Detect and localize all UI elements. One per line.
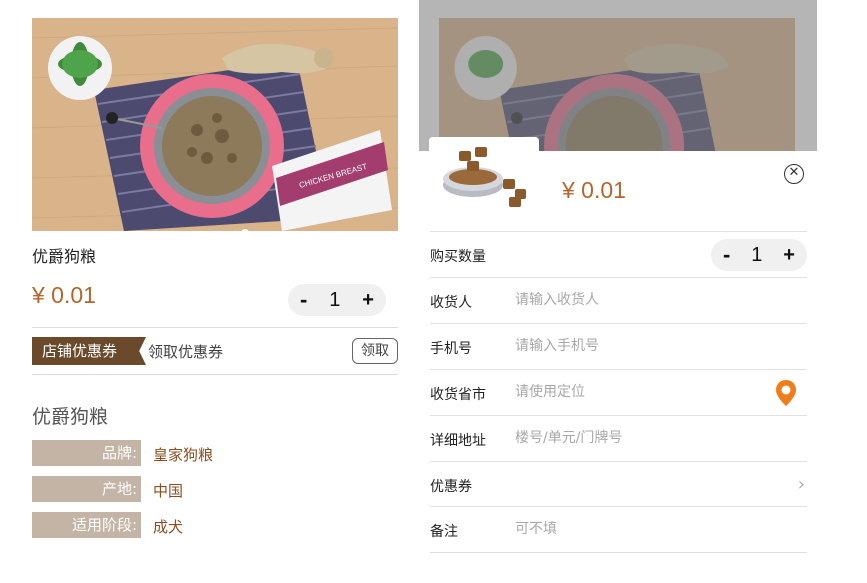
product-image-carousel[interactable]: CHICKEN BREAST (32, 18, 398, 231)
quantity-label: 购买数量 (430, 249, 486, 265)
province-city-label: 收货省市 (430, 387, 486, 403)
product-detail-page: CHICKEN BREAST 优爵狗粮 ¥ 0.01 - 1 + 店铺优惠券 领… (0, 0, 420, 583)
attribute-row-brand: 品牌: 皇家狗粮 (32, 440, 398, 466)
product-photo: CHICKEN BREAST (32, 18, 398, 231)
quantity-value: 1 (751, 243, 763, 266)
store-coupon-tag: 店铺优惠券 (32, 337, 146, 365)
purchase-sheet-screen: ¥ 0.01 ✕ 购买数量 - 1 + 收货人 手机号 收货省市 (419, 0, 817, 583)
quantity-row: 购买数量 - 1 + (430, 231, 807, 277)
coupon-label: 优惠券 (430, 479, 472, 495)
increase-button[interactable]: + (362, 289, 374, 312)
product-thumbnail-image (429, 137, 539, 215)
divider (430, 552, 807, 553)
remark-label: 备注 (430, 524, 458, 540)
recipient-label: 收货人 (430, 295, 472, 311)
chevron-right-icon: › (797, 474, 805, 495)
decrease-button[interactable]: - (300, 287, 307, 313)
address-row: 详细地址 (430, 415, 807, 461)
attribute-value: 成犬 (153, 518, 184, 536)
product-name: 优爵狗粮 (32, 247, 97, 266)
address-label: 详细地址 (430, 433, 486, 449)
sheet-price: ¥ 0.01 (562, 177, 626, 203)
attribute-value: 中国 (153, 482, 184, 500)
claim-coupon-button[interactable]: 领取 (352, 338, 398, 364)
phone-label: 手机号 (430, 341, 472, 357)
modal-backdrop[interactable] (419, 0, 817, 151)
phone-input[interactable] (515, 334, 765, 358)
coupon-row: 店铺优惠券 领取优惠券 领取 (32, 337, 398, 365)
decrease-button[interactable]: - (723, 242, 730, 268)
recipient-input[interactable] (515, 288, 765, 312)
recipient-row: 收货人 (430, 277, 807, 323)
increase-button[interactable]: + (783, 244, 795, 267)
location-pin-icon[interactable] (775, 379, 797, 407)
divider (32, 327, 398, 328)
province-city-row: 收货省市 (430, 369, 807, 415)
remark-row: 备注 (430, 506, 807, 552)
coupon-select-row[interactable]: 优惠券 › (430, 461, 807, 507)
phone-row: 手机号 (430, 323, 807, 369)
province-city-input[interactable] (515, 380, 765, 404)
details-title: 优爵狗粮 (32, 406, 109, 428)
divider (32, 374, 398, 375)
purchase-sheet: ¥ 0.01 ✕ 购买数量 - 1 + 收货人 手机号 收货省市 (419, 137, 817, 583)
product-price: ¥ 0.01 (32, 282, 96, 308)
coupon-text: 领取优惠券 (148, 343, 224, 361)
attribute-label: 适用阶段: (32, 512, 141, 538)
address-input[interactable] (515, 426, 765, 450)
attribute-label: 品牌: (32, 440, 141, 466)
quantity-stepper: - 1 + (288, 284, 386, 316)
attribute-label: 产地: (32, 476, 141, 502)
attribute-row-stage: 适用阶段: 成犬 (32, 512, 398, 538)
quantity-value: 1 (329, 288, 341, 311)
quantity-stepper: - 1 + (711, 239, 807, 271)
carousel-indicator-dot[interactable] (241, 229, 249, 231)
close-circle-icon[interactable]: ✕ (784, 164, 804, 184)
attribute-row-origin: 产地: 中国 (32, 476, 398, 502)
attribute-value: 皇家狗粮 (153, 446, 214, 464)
remark-input[interactable] (515, 517, 765, 541)
product-thumbnail (429, 137, 539, 215)
